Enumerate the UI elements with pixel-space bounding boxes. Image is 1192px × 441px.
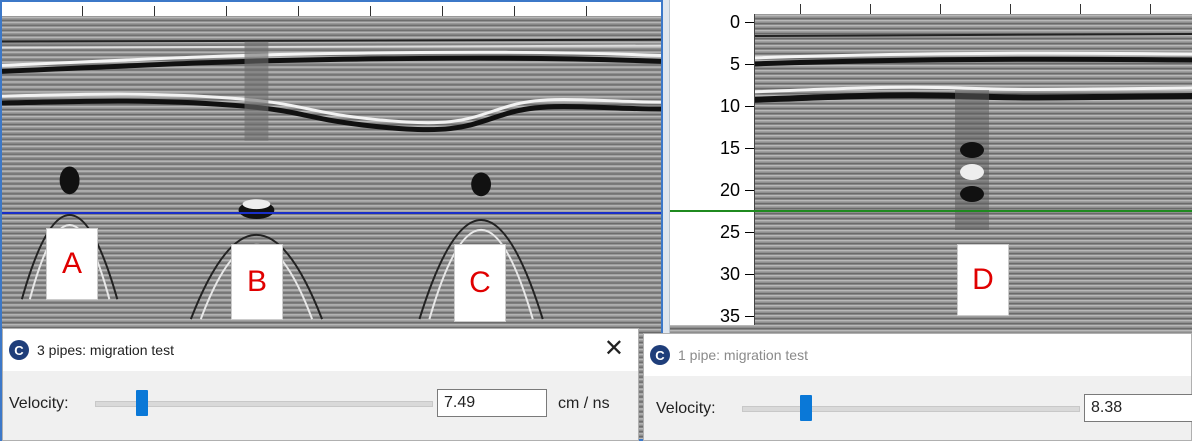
ruler-tick [870,4,871,14]
pipe-marker-b: B [231,244,283,320]
depth-tick-label: 5 [729,54,740,74]
velocity-slider-thumb[interactable] [136,390,149,416]
velocity-slider-thumb[interactable] [799,395,812,421]
ruler-tick [940,4,941,14]
depth-tick-label: 35 [719,306,740,326]
ruler-tick [1010,4,1011,14]
depth-tick-label: 10 [719,96,740,116]
depth-tick [745,232,754,233]
app-logo-icon: C [650,345,670,365]
depth-tick [745,274,754,275]
pipe-marker-c: C [454,244,506,322]
depth-tick [745,316,754,317]
migration-dialog-3-pipes: C 3 pipes: migration test ✕ Velocity: cm… [2,328,639,441]
depth-tick-label: 30 [719,264,740,284]
ruler-tick [1150,4,1151,14]
ruler-tick [370,6,371,16]
dialog-title-bar[interactable]: C 1 pipe: migration test [644,334,1191,376]
dialog-body: Velocity: [644,376,1192,440]
close-button[interactable]: ✕ [604,337,624,361]
app-logo-icon: C [9,340,29,360]
depth-axis: 0 5 10 15 20 25 30 35 [670,12,755,326]
velocity-slider-track[interactable] [742,406,1080,412]
ruler-tick [442,6,443,16]
dialog-title: 3 pipes: migration test [37,342,174,358]
ruler-tick [226,6,227,16]
depth-tick [745,106,754,107]
depth-cursor-line[interactable] [2,212,661,214]
depth-tick-label: 20 [719,180,740,200]
depth-tick-label: 0 [729,12,740,32]
dialog-title: 1 pipe: migration test [678,347,808,363]
depth-tick-label: 25 [719,222,740,242]
velocity-label: Velocity: [9,395,69,412]
ruler-tick [298,6,299,16]
depth-tick [745,148,754,149]
horizontal-ruler [2,2,661,17]
velocity-input[interactable] [437,389,547,417]
ruler-tick [82,6,83,16]
velocity-label: Velocity: [656,400,716,417]
depth-tick [745,64,754,65]
pipe-marker-a: A [46,228,98,300]
dialog-title-bar[interactable]: C 3 pipes: migration test ✕ [3,329,638,371]
ruler-tick [514,6,515,16]
depth-cursor-line[interactable] [670,210,1192,212]
depth-tick [745,190,754,191]
ruler-tick [586,6,587,16]
ruler-tick [800,4,801,14]
velocity-input[interactable] [1084,394,1192,422]
ruler-tick [154,6,155,16]
migration-dialog-1-pipe: C 1 pipe: migration test Velocity: [643,333,1192,441]
horizontal-ruler [670,0,1192,15]
pipe-marker-d: D [957,244,1009,316]
dialog-body: Velocity: cm / ns [3,371,638,440]
depth-tick-label: 15 [719,138,740,158]
ruler-tick [1080,4,1081,14]
depth-tick [745,22,754,23]
velocity-unit: cm / ns [558,395,610,412]
